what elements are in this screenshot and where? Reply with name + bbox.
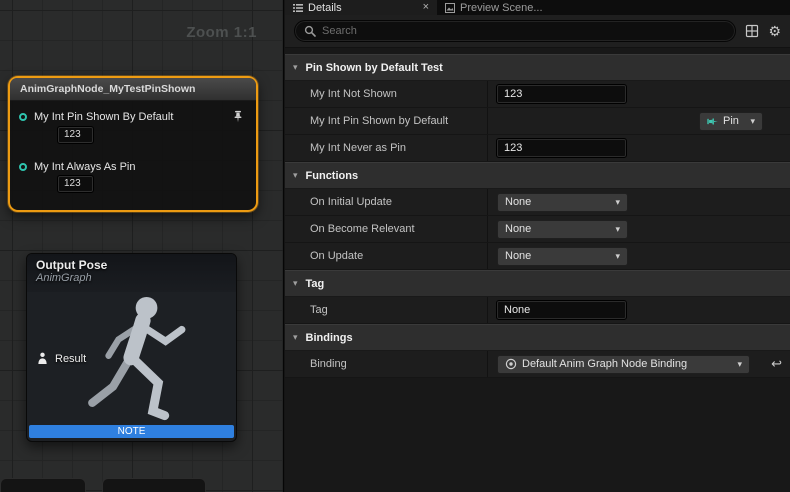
property-label: Tag [285,297,488,323]
chevron-down-icon: ▾ [615,197,620,208]
pose-pin-icon[interactable] [37,352,48,365]
property-label: Binding [285,351,488,377]
property-label: My Int Not Shown [285,81,488,107]
category-title: Functions [306,170,359,182]
tag-value-field[interactable] [497,301,626,319]
gear-icon[interactable]: ⚙ [768,24,781,38]
thumbtack-icon[interactable] [232,110,244,123]
chevron-down-icon: ▾ [615,251,620,262]
chevron-down-icon: ▾ [750,116,755,127]
function-dropdown[interactable]: None ▾ [497,247,628,266]
chevron-down-icon[interactable]: ▾ [293,62,298,73]
preview-scene-tab-icon [445,3,455,13]
property-label: On Become Relevant [285,216,488,242]
pin-label: My Int Always As Pin [34,161,135,173]
tab-label: Details [308,2,342,14]
property-row-binding: Binding Default Anim Graph Node Binding … [285,351,790,378]
category-header-functions[interactable]: ▾ Functions [285,162,790,189]
tab-bar: Details × Preview Scene... [285,0,790,15]
int-value-field[interactable] [497,139,626,157]
graph-node-output-pose[interactable]: Output Pose AnimGraph Result NOTE [26,253,237,442]
int-value-field[interactable] [497,85,626,103]
tab-preview-scene[interactable]: Preview Scene... [437,0,557,15]
search-input[interactable] [322,25,726,37]
category-title: Bindings [306,332,353,344]
anim-graph-canvas[interactable]: Zoom 1:1 AnimGraphNode_MyTestPinShown My… [0,0,284,492]
node-subtitle: AnimGraph [36,272,236,284]
chevron-down-icon[interactable]: ▾ [293,278,298,289]
int-pin-icon[interactable] [19,113,27,121]
dropdown-value: Default Anim Graph Node Binding [522,358,687,370]
pin-value-field[interactable]: 123 [58,176,93,192]
tab-details[interactable]: Details × [285,0,437,15]
panel-empty-area [285,378,790,492]
category-title: Tag [306,278,325,290]
zoom-indicator: Zoom 1:1 [186,24,257,41]
search-icon [304,25,316,37]
property-label: My Int Pin Shown by Default [285,108,488,134]
node-title: Output Pose [36,258,236,272]
unreal-anim-blueprint-editor: Zoom 1:1 AnimGraphNode_MyTestPinShown My… [0,0,790,492]
pin-row: My Int Pin Shown By Default [19,111,173,123]
function-dropdown[interactable]: None ▾ [497,220,628,239]
pin-dropdown-value: Pin [723,115,739,127]
graph-node-selected[interactable]: AnimGraphNode_MyTestPinShown My Int Pin … [8,76,258,212]
dropdown-value: None [505,250,531,262]
property-row-my-int-pin-shown-by-default: My Int Pin Shown by Default Pin ▾ [285,108,790,135]
pin-label: My Int Pin Shown By Default [34,111,173,123]
chevron-down-icon[interactable]: ▾ [293,170,298,181]
result-pin-row: Result [37,352,86,365]
tab-label: Preview Scene... [460,2,543,14]
chevron-down-icon[interactable]: ▾ [293,332,298,343]
display-filter-icon[interactable] [745,24,759,38]
property-row-tag: Tag [285,297,790,324]
binding-dropdown[interactable]: Default Anim Graph Node Binding ▾ [497,355,750,374]
search-box[interactable] [294,20,736,42]
node-title[interactable]: AnimGraphNode_MyTestPinShown [10,78,256,101]
category-header-bindings[interactable]: ▾ Bindings [285,324,790,351]
function-dropdown[interactable]: None ▾ [497,193,628,212]
reset-to-default-icon[interactable]: ↩ [771,356,782,372]
partial-node[interactable] [102,478,206,492]
search-row: ⚙ [285,15,790,48]
pin-dropdown-button[interactable]: Pin ▾ [699,112,763,131]
category-header-pin-shown[interactable]: ▾ Pin Shown by Default Test [285,54,790,81]
partial-node[interactable] [0,478,86,492]
property-row-my-int-never-as-pin: My Int Never as Pin [285,135,790,162]
pin-icon [707,116,718,127]
dropdown-value: None [505,223,531,235]
property-row-on-initial-update: On Initial Update None ▾ [285,189,790,216]
chevron-down-icon: ▾ [737,359,742,370]
property-label: On Update [285,243,488,269]
details-panel: Details × Preview Scene... ⚙ [285,0,790,492]
details-tab-icon [293,3,303,13]
property-row-my-int-not-shown: My Int Not Shown [285,81,790,108]
int-pin-icon[interactable] [19,163,27,171]
pin-value-field[interactable]: 123 [58,127,93,143]
close-icon[interactable]: × [423,2,429,13]
chevron-down-icon: ▾ [615,224,620,235]
category-header-tag[interactable]: ▾ Tag [285,270,790,297]
binding-icon [505,358,517,370]
pin-row: My Int Always As Pin [19,161,135,173]
property-row-on-update: On Update None ▾ [285,243,790,270]
property-label: On Initial Update [285,189,488,215]
note-badge[interactable]: NOTE [29,425,234,438]
property-label: My Int Never as Pin [285,135,488,161]
category-title: Pin Shown by Default Test [306,62,443,74]
node-header[interactable]: Output Pose AnimGraph [27,254,236,292]
dropdown-value: None [505,196,531,208]
result-pin-label: Result [55,353,86,365]
property-row-on-become-relevant: On Become Relevant None ▾ [285,216,790,243]
